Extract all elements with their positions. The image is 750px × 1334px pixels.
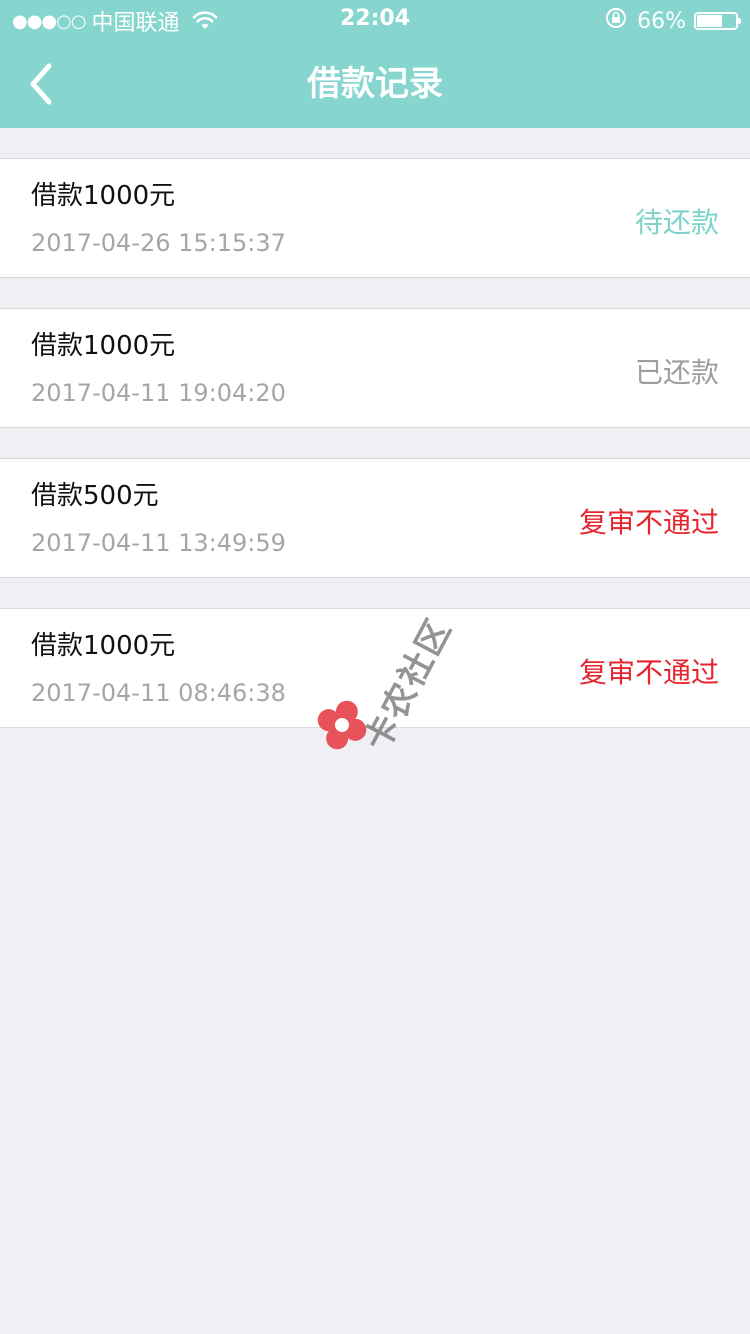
loan-record-list: 借款1000元 2017-04-26 15:15:37 待还款 借款1000元 … xyxy=(0,158,750,758)
page-title: 借款记录 xyxy=(307,64,443,104)
battery-level-fill xyxy=(697,15,723,27)
status-bar-right: 66% xyxy=(605,7,741,35)
loan-record-item[interactable]: 借款1000元 2017-04-11 08:46:38 复审不通过 xyxy=(0,608,750,728)
loan-amount: 借款500元 xyxy=(31,481,159,511)
loan-time: 2017-04-26 15:15:37 xyxy=(31,229,286,257)
loan-record-item[interactable]: 借款500元 2017-04-11 13:49:59 复审不通过 xyxy=(0,458,750,578)
loan-status: 复审不通过 xyxy=(578,656,719,689)
loan-status: 复审不通过 xyxy=(578,506,719,539)
loan-record-item[interactable]: 借款1000元 2017-04-11 19:04:20 已还款 xyxy=(0,308,750,428)
loan-record-item[interactable]: 借款1000元 2017-04-26 15:15:37 待还款 xyxy=(0,158,750,278)
loan-amount: 借款1000元 xyxy=(31,331,176,361)
rotation-lock-icon xyxy=(605,7,627,35)
loan-amount: 借款1000元 xyxy=(31,631,176,661)
nav-bar: 借款记录 xyxy=(0,40,750,128)
loan-amount: 借款1000元 xyxy=(31,181,176,211)
loan-status: 待还款 xyxy=(634,206,719,239)
loan-time: 2017-04-11 19:04:20 xyxy=(31,379,286,407)
battery-icon xyxy=(694,12,741,30)
header: ●●●○○ 中国联通 22:04 66% 借款记录 xyxy=(0,0,750,128)
loan-time: 2017-04-11 13:49:59 xyxy=(31,529,286,557)
battery-percent: 66% xyxy=(637,8,686,34)
loan-time: 2017-04-11 08:46:38 xyxy=(31,679,286,707)
loan-status: 已还款 xyxy=(634,356,719,389)
status-bar: ●●●○○ 中国联通 22:04 66% xyxy=(0,0,750,40)
